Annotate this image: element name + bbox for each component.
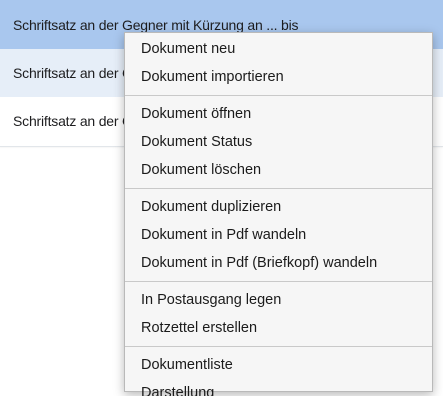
context-menu: Dokument neu Dokument importieren Dokume… [124, 32, 433, 396]
menu-item-in-postausgang-legen[interactable]: In Postausgang legen [125, 286, 432, 314]
menu-item-dokumentliste[interactable]: Dokumentliste [125, 351, 432, 379]
menu-item-dokument-oeffnen[interactable]: Dokument öffnen [125, 100, 432, 128]
menu-item-dokument-in-pdf[interactable]: Dokument in Pdf wandeln [125, 221, 432, 249]
app-window: Schriftsatz an der Gegner mit Kürzung an… [0, 0, 443, 396]
menu-item-dokument-status[interactable]: Dokument Status [125, 128, 432, 156]
menu-separator [125, 188, 432, 189]
menu-item-dokument-in-pdf-briefkopf[interactable]: Dokument in Pdf (Briefkopf) wandeln [125, 249, 432, 277]
menu-item-dokument-neu[interactable]: Dokument neu [125, 35, 432, 63]
menu-item-dokument-loeschen[interactable]: Dokument löschen [125, 156, 432, 184]
menu-item-darstellung[interactable]: Darstellung [125, 379, 432, 396]
menu-item-rotzettel-erstellen[interactable]: Rotzettel erstellen [125, 314, 432, 342]
menu-separator [125, 95, 432, 96]
menu-item-dokument-importieren[interactable]: Dokument importieren [125, 63, 432, 91]
document-row-title: Schriftsatz an der Gegner mit Kürzung an… [13, 16, 299, 33]
menu-separator [125, 346, 432, 347]
menu-separator [125, 281, 432, 282]
menu-item-dokument-duplizieren[interactable]: Dokument duplizieren [125, 193, 432, 221]
